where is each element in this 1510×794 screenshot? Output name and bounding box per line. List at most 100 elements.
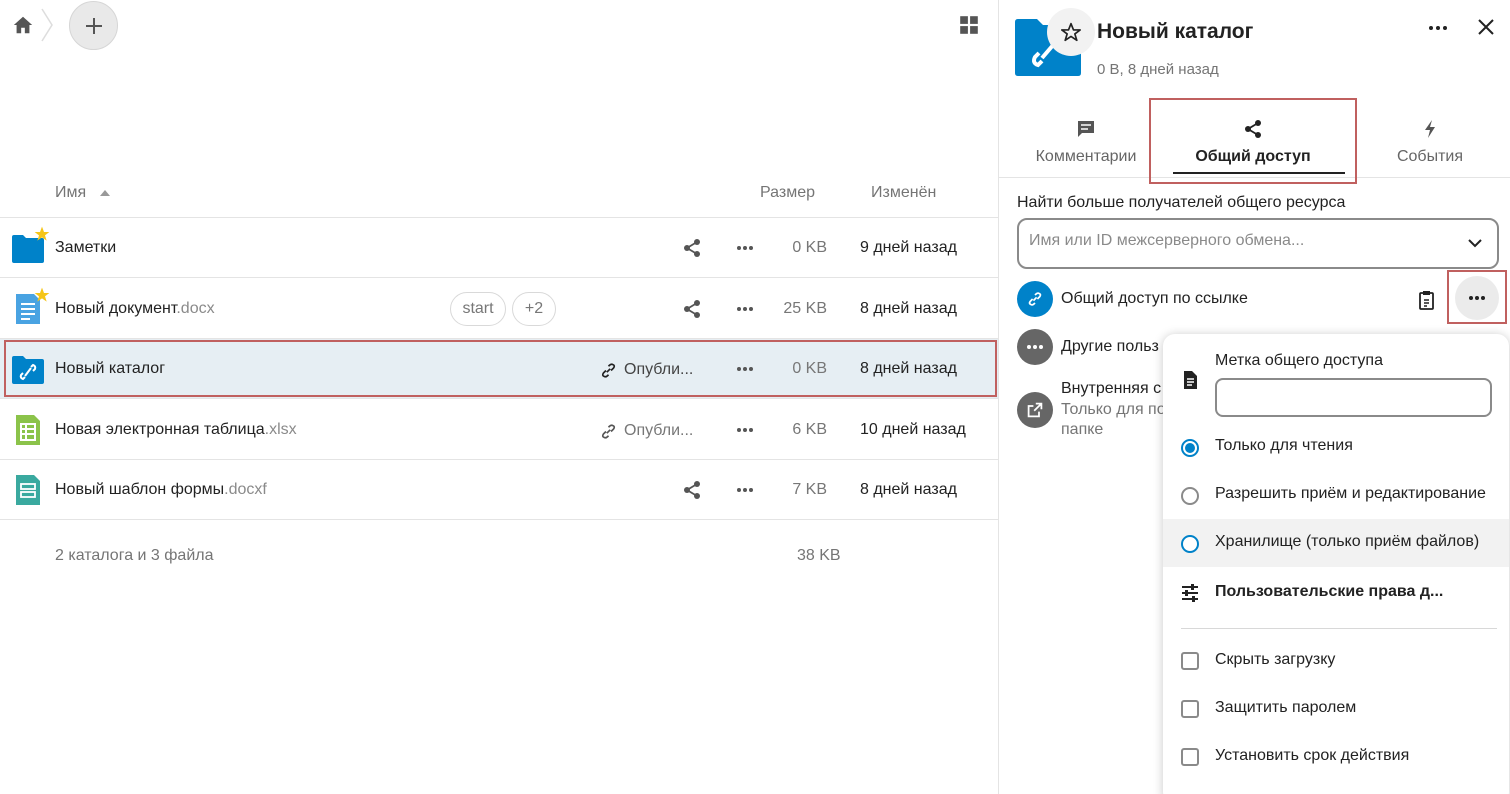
sidebar-title: Новый каталог — [1097, 20, 1254, 43]
more-horizontal-icon — [1027, 345, 1043, 349]
custom-permissions-item[interactable]: Пользовательские права д... — [1163, 569, 1509, 617]
tab-activity[interactable]: События — [1387, 100, 1473, 178]
table-row[interactable]: Заметки 0 KB 9 дней назад — [0, 218, 998, 278]
share-search-input[interactable] — [1029, 232, 1449, 250]
star-outline-icon — [1061, 22, 1081, 42]
files-summary: 2 каталога и 3 файла — [55, 547, 214, 564]
radio-allow-upload-edit[interactable] — [1181, 487, 1199, 505]
close-icon[interactable] — [1477, 18, 1495, 36]
internal-link-title: Внутренняя с — [1061, 380, 1162, 397]
sort-asc-icon — [100, 190, 110, 196]
file-size: 0 KB — [792, 239, 827, 256]
option-hide-download[interactable]: Скрыть загрузку — [1163, 637, 1509, 685]
column-name[interactable]: Имя — [55, 184, 86, 202]
option-expiration-date[interactable]: Установить срок действия — [1163, 733, 1509, 781]
file-modified: 9 дней назад — [860, 239, 957, 256]
details-sidebar: Новый каталог 0 B, 8 дней назад Коммента… — [998, 0, 1510, 794]
table-row[interactable]: Новый шаблон формы.docxf 7 KB 8 дней наз… — [0, 460, 998, 520]
other-users-avatar — [1017, 329, 1053, 365]
more-actions-icon[interactable] — [735, 482, 755, 498]
more-actions-icon — [1469, 296, 1485, 300]
spreadsheet-icon — [16, 415, 40, 445]
checkbox-expiration-date[interactable] — [1181, 748, 1199, 766]
file-name[interactable]: Новая электронная таблица.xlsx — [55, 421, 297, 439]
link-icon — [601, 423, 616, 439]
new-button[interactable] — [69, 1, 118, 50]
link-share-label: Общий доступ по ссылке — [1061, 290, 1248, 307]
share-search-field[interactable] — [1017, 218, 1499, 269]
option-password-protect[interactable]: Защитить паролем — [1163, 685, 1509, 733]
column-modified[interactable]: Изменён — [871, 184, 936, 202]
radio-file-drop[interactable] — [1181, 535, 1199, 553]
checkbox-password-protect[interactable] — [1181, 700, 1199, 718]
table-row-selected[interactable]: Новый каталог Опубли... 0 KB 8 дней наза… — [0, 339, 998, 399]
file-name[interactable]: Новый каталог — [55, 360, 165, 378]
file-size: 6 KB — [792, 421, 827, 438]
table-row[interactable]: Новый документ.docx start +2 25 KB 8 дне… — [0, 279, 998, 339]
more-actions-icon[interactable] — [735, 240, 755, 256]
link-avatar — [1017, 281, 1053, 317]
link-icon — [1028, 292, 1042, 306]
more-actions-icon[interactable] — [735, 422, 755, 438]
file-name[interactable]: Новый документ.docx — [55, 300, 215, 318]
file-modified: 8 дней назад — [860, 300, 957, 317]
sidebar-subtitle: 0 B, 8 дней назад — [1097, 61, 1219, 78]
more-actions-icon[interactable] — [735, 361, 755, 377]
copy-link-icon[interactable] — [1417, 290, 1437, 310]
radio-read-only[interactable] — [1181, 439, 1199, 457]
tune-icon — [1182, 584, 1198, 602]
more-actions-icon[interactable] — [1427, 20, 1449, 36]
chevron-right-icon — [41, 8, 53, 42]
file-size: 0 KB — [792, 360, 827, 377]
share-icon[interactable] — [682, 480, 702, 500]
share-label-title: Метка общего доступа — [1215, 352, 1383, 369]
form-template-icon — [16, 475, 40, 505]
tab-comments[interactable]: Комментарии — [1027, 100, 1145, 178]
public-link-status[interactable]: Опубли... — [600, 359, 693, 381]
activity-icon — [1425, 120, 1435, 138]
grid-view-icon[interactable] — [958, 14, 980, 36]
table-row[interactable]: Новая электронная таблица.xlsx Опубли...… — [0, 400, 998, 460]
more-actions-icon[interactable] — [735, 301, 755, 317]
option-allow-upload-edit[interactable]: Разрешить приём и редактирование — [1163, 471, 1509, 519]
internal-link-desc-2: папке — [1061, 421, 1104, 438]
file-size: 7 KB — [792, 481, 827, 498]
public-link-status[interactable]: Опубли... — [600, 420, 693, 442]
breadcrumb — [0, 0, 998, 50]
file-name[interactable]: Заметки — [55, 239, 116, 257]
internal-link-avatar — [1017, 392, 1053, 428]
favorite-button[interactable] — [1047, 8, 1095, 56]
checkbox-hide-download[interactable] — [1181, 652, 1199, 670]
file-modified: 8 дней назад — [860, 360, 957, 377]
external-link-icon — [1027, 402, 1043, 418]
internal-link-desc: Только для по — [1061, 401, 1166, 418]
plus-icon — [85, 17, 102, 34]
file-modified: 8 дней назад — [860, 481, 957, 498]
file-modified: 10 дней назад — [860, 421, 966, 438]
link-folder-icon — [12, 356, 44, 384]
other-users-label: Другие польз — [1061, 338, 1159, 355]
share-icon[interactable] — [682, 299, 702, 319]
file-name[interactable]: Новый шаблон формы.docxf — [55, 481, 267, 499]
file-size: 25 KB — [783, 300, 827, 317]
sidebar-tabs: Комментарии Общий доступ События — [999, 98, 1510, 184]
share-icon[interactable] — [682, 238, 702, 258]
home-icon[interactable] — [12, 14, 34, 36]
option-file-drop[interactable]: Хранилище (только приём файлов) — [1163, 519, 1509, 567]
tab-sharing[interactable]: Общий доступ — [1149, 98, 1357, 184]
comment-icon — [1078, 121, 1094, 137]
tag-more[interactable]: +2 — [512, 292, 556, 326]
option-read-only[interactable]: Только для чтения — [1163, 423, 1509, 471]
active-tab-underline — [1173, 172, 1345, 174]
files-app: Имя Размер Изменён Заметки 0 KB 9 дней н… — [0, 0, 1510, 794]
label-document-icon — [1184, 371, 1197, 389]
link-share-menu-button[interactable] — [1447, 270, 1507, 324]
tag-start[interactable]: start — [450, 292, 506, 326]
share-icon — [1245, 120, 1261, 138]
share-label-input[interactable] — [1215, 378, 1492, 417]
table-header: Имя Размер Изменён — [0, 168, 998, 218]
files-summary-size: 38 KB — [797, 547, 841, 564]
menu-divider — [1181, 628, 1497, 629]
column-size[interactable]: Размер — [760, 184, 815, 202]
chevron-down-icon[interactable] — [1467, 237, 1483, 249]
